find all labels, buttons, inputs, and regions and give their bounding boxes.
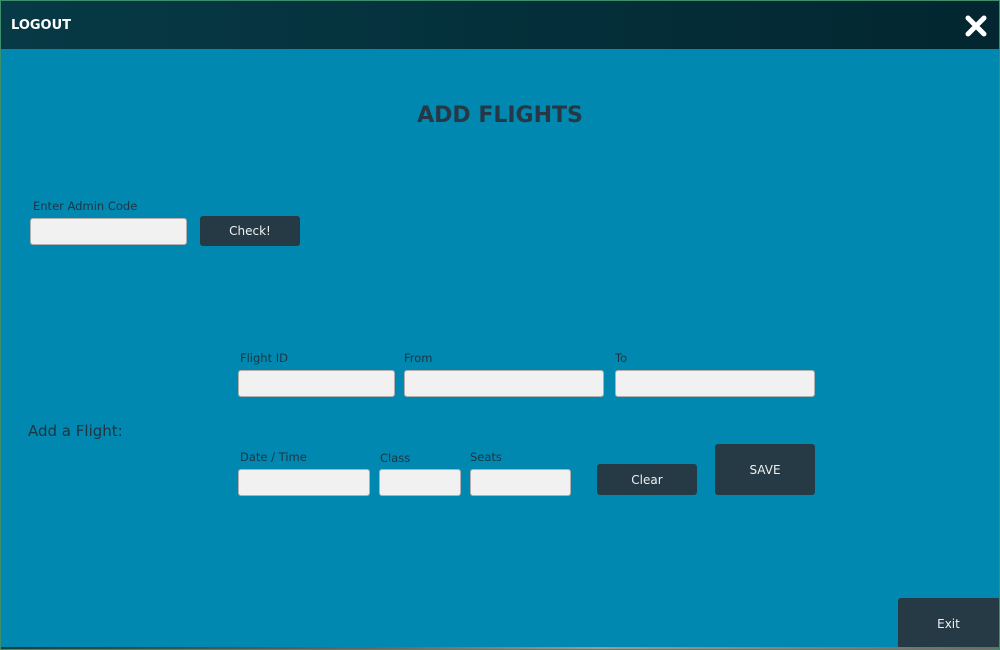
admin-code-input[interactable]	[30, 218, 187, 245]
app-window: LOGOUT ADD FLIGHTS Enter Admin Code Chec…	[1, 1, 999, 649]
logout-button[interactable]: LOGOUT	[11, 18, 71, 33]
save-button[interactable]: SAVE	[715, 444, 815, 495]
flight-id-label: Flight ID	[240, 351, 289, 365]
admin-code-label: Enter Admin Code	[33, 199, 138, 213]
title-bar: LOGOUT	[1, 1, 999, 49]
to-input[interactable]	[615, 370, 815, 397]
from-input[interactable]	[404, 370, 604, 397]
close-icon[interactable]	[963, 13, 989, 39]
window-bottom-edge	[1, 647, 999, 649]
clear-button[interactable]: Clear	[597, 464, 697, 495]
to-label: To	[615, 351, 628, 365]
page-title: ADD FLIGHTS	[417, 103, 583, 128]
exit-button[interactable]: Exit	[898, 598, 999, 649]
date-time-input[interactable]	[238, 469, 370, 496]
class-input[interactable]	[379, 469, 461, 496]
date-time-label: Date / Time	[240, 450, 307, 464]
flight-id-input[interactable]	[238, 370, 395, 397]
seats-input[interactable]	[470, 469, 571, 496]
class-label: Class	[380, 451, 411, 465]
from-label: From	[404, 351, 433, 365]
seats-label: Seats	[470, 450, 502, 464]
check-button[interactable]: Check!	[200, 216, 300, 246]
add-flight-section-label: Add a Flight:	[28, 422, 123, 440]
